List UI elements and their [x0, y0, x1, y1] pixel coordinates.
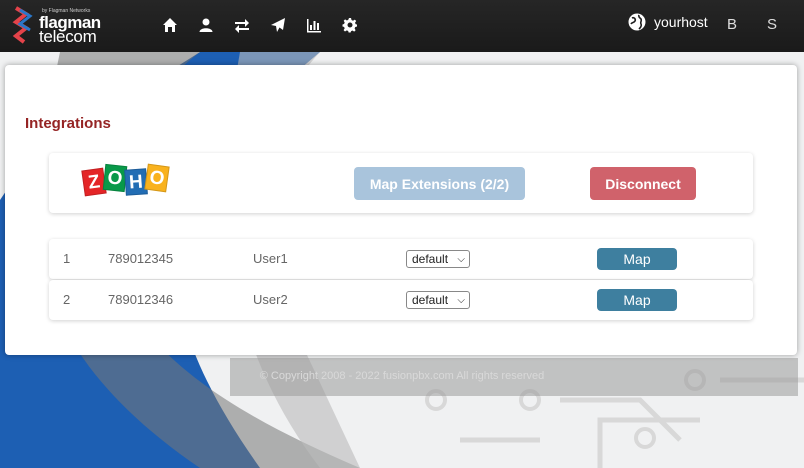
extension-number: 789012345	[108, 251, 174, 266]
context-select[interactable]: default ⌵	[406, 291, 470, 309]
nav-menu	[152, 15, 368, 35]
table-row: 2 789012346 User2 default ⌵ Map	[49, 280, 753, 320]
map-button[interactable]: Map	[597, 248, 677, 270]
map-extensions-button[interactable]: Map Extensions (2/2)	[354, 167, 525, 200]
zoho-logo-letter: O	[102, 163, 128, 193]
integration-card: Z O H O Map Extensions (2/2) Disconnect	[49, 153, 753, 213]
chevron-down-icon: ⌵	[457, 254, 465, 265]
user-name: User1	[253, 251, 288, 266]
domain-selector[interactable]: yourhost	[628, 13, 708, 31]
top-navbar: by Flagman Networks flagman telecom your…	[0, 0, 804, 52]
home-icon[interactable]	[152, 15, 188, 35]
context-select-value: default	[412, 293, 449, 307]
flagman-flag-icon	[12, 6, 33, 44]
exchange-icon[interactable]	[224, 15, 260, 35]
table-row: 1 789012345 User1 default ⌵ Map	[49, 239, 753, 279]
host-label: yourhost	[654, 14, 708, 30]
main-panel: Integrations Z O H O Map Extensions (2/2…	[5, 65, 797, 355]
row-number: 1	[63, 251, 71, 266]
flagman-telecom-logo[interactable]: by Flagman Networks flagman telecom	[12, 6, 102, 46]
zoho-logo: Z O H O	[81, 163, 170, 197]
bar-chart-icon[interactable]	[296, 15, 332, 35]
user-name: User2	[253, 292, 288, 307]
paper-plane-icon[interactable]	[260, 15, 296, 35]
context-select[interactable]: default ⌵	[406, 250, 470, 268]
disconnect-button[interactable]: Disconnect	[590, 167, 696, 200]
row-number: 2	[63, 292, 71, 307]
chevron-down-icon: ⌵	[457, 295, 465, 306]
user-icon[interactable]	[188, 15, 224, 35]
logo-word-telecom: telecom	[39, 27, 97, 46]
gear-icon[interactable]	[332, 15, 368, 35]
globe-icon	[628, 13, 646, 31]
footer-copyright: © Copyright 2008 - 2022 fusionpbx.com Al…	[259, 370, 545, 382]
page-title: Integrations	[25, 115, 111, 132]
extension-number: 789012346	[108, 292, 174, 307]
s-button[interactable]: S	[758, 14, 786, 36]
b-button[interactable]: B	[718, 14, 746, 36]
map-button[interactable]: Map	[597, 289, 677, 311]
context-select-value: default	[412, 252, 449, 266]
zoho-logo-letter: O	[144, 163, 170, 193]
